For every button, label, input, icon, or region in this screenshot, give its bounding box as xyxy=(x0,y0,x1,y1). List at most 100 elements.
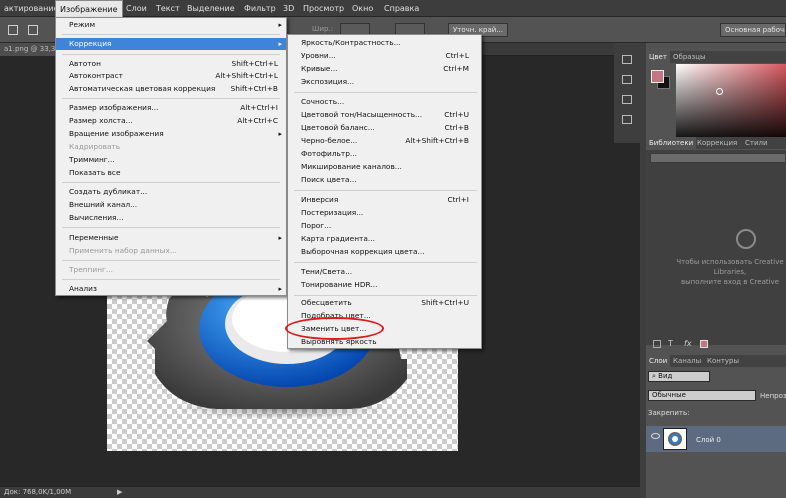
menu-item-shortcut: Ctrl+L xyxy=(445,51,469,60)
layer-filter-value: Вид xyxy=(658,372,673,380)
menu-item-label: Вращение изображения xyxy=(69,129,164,138)
menu-item-shadows-highlights[interactable]: Тени/Света... xyxy=(288,266,481,278)
layer-filter-select[interactable]: ⌕ Вид xyxy=(648,371,710,382)
menu-item-invert[interactable]: Инверсия Ctrl+I xyxy=(288,194,481,206)
tab-channels[interactable]: Каналы xyxy=(670,355,704,367)
menu-item-shortcut: Shift+Ctrl+B xyxy=(230,84,278,93)
menu-help[interactable]: Справка xyxy=(380,0,423,17)
selection-add-icon[interactable] xyxy=(28,25,38,35)
menu-item-brightness-contrast[interactable]: Яркость/Контрастность... xyxy=(288,37,481,49)
text-icon[interactable]: T xyxy=(668,339,673,348)
creative-cloud-icon xyxy=(736,229,756,249)
menu-item-levels[interactable]: Уровни... Ctrl+L xyxy=(288,50,481,62)
menu-item-image-rotation[interactable]: Вращение изображения ▸ xyxy=(56,128,286,140)
menu-item-trim[interactable]: Тримминг... xyxy=(56,154,286,166)
properties-icon[interactable] xyxy=(622,75,632,84)
menu-item-trap[interactable]: Треппинг... xyxy=(56,264,286,276)
menu-item-mode[interactable]: Режим ▸ xyxy=(56,19,286,31)
color-chip-icon[interactable] xyxy=(700,340,708,348)
tab-styles[interactable]: Стили xyxy=(742,137,771,149)
menu-filter[interactable]: Фильтр xyxy=(240,0,280,17)
menu-item-label: Обесцветить xyxy=(301,298,352,307)
blend-mode-select[interactable]: Обычные xyxy=(648,390,756,401)
menu-item-duplicate[interactable]: Создать дубликат... xyxy=(56,186,286,198)
menu-item-label: Яркость/Контрастность... xyxy=(301,38,401,47)
annotation-circle xyxy=(285,317,384,340)
menu-item-variables[interactable]: Переменные ▸ xyxy=(56,232,286,244)
menu-item-threshold[interactable]: Порог... xyxy=(288,220,481,232)
opacity-label: Непрозр xyxy=(760,392,786,400)
menu-item-hdr-toning[interactable]: Тонирование HDR... xyxy=(288,279,481,291)
foreground-color-swatch[interactable] xyxy=(651,70,664,83)
menu-item-apply-image[interactable]: Внешний канал... xyxy=(56,199,286,211)
menu-item-label: Режим xyxy=(69,20,96,29)
menu-3d[interactable]: 3D xyxy=(279,0,298,17)
menu-edit[interactable]: актирование xyxy=(0,0,63,17)
status-arrow-icon[interactable]: ▶ xyxy=(117,487,122,498)
menu-item-image-size[interactable]: Размер изображения... Alt+Ctrl+I xyxy=(56,102,286,114)
tab-paths[interactable]: Контуры xyxy=(704,355,742,367)
menu-item-color-lookup[interactable]: Поиск цвета... xyxy=(288,174,481,186)
menu-item-crop[interactable]: Кадрировать xyxy=(56,141,286,153)
brush-icon[interactable] xyxy=(622,95,632,104)
menu-item-adjustments[interactable]: Коррекция ▸ xyxy=(56,38,286,50)
menu-item-apply-data-set[interactable]: Применить набор данных... xyxy=(56,245,286,257)
menu-item-curves[interactable]: Кривые... Ctrl+M xyxy=(288,63,481,75)
menu-item-auto-tone[interactable]: Автотон Shift+Ctrl+L xyxy=(56,58,286,70)
menu-item-label: Поиск цвета... xyxy=(301,175,357,184)
layer-thumbnail[interactable] xyxy=(663,428,687,450)
menu-item-gradient-map[interactable]: Карта градиента... xyxy=(288,233,481,245)
menu-item-vibrance[interactable]: Сочность... xyxy=(288,96,481,108)
menu-item-shortcut: Alt+Shift+Ctrl+L xyxy=(215,71,278,80)
panel-icon-column xyxy=(614,43,640,143)
menu-type[interactable]: Текст xyxy=(152,0,184,17)
menu-view[interactable]: Просмотр xyxy=(299,0,348,17)
menu-item-channel-mixer[interactable]: Микширование каналов... xyxy=(288,161,481,173)
menu-layers[interactable]: Слои xyxy=(122,0,151,17)
tab-adjustments[interactable]: Коррекция xyxy=(694,137,740,149)
menu-item-shortcut: Alt+Ctrl+C xyxy=(237,116,278,125)
menu-item-shortcut: Alt+Ctrl+I xyxy=(240,103,278,112)
tab-swatches[interactable]: Образцы xyxy=(670,51,709,63)
workspace-button[interactable]: Основная рабочая xyxy=(720,23,786,37)
menu-item-black-white[interactable]: Черно-белое... Alt+Shift+Ctrl+B xyxy=(288,135,481,147)
tab-libraries[interactable]: Библиотеки xyxy=(646,137,697,149)
lock-label: Закрепить: xyxy=(648,409,690,417)
menu-item-desaturate[interactable]: Обесцветить Shift+Ctrl+U xyxy=(288,297,481,309)
tab-layers[interactable]: Слои xyxy=(646,355,671,367)
library-add-icon[interactable] xyxy=(653,340,661,348)
tab-color[interactable]: Цвет xyxy=(646,51,670,63)
menu-item-label: Порог... xyxy=(301,221,332,230)
menu-item-auto-contrast[interactable]: Автоконтраст Alt+Shift+Ctrl+L xyxy=(56,70,286,82)
menu-item-color-balance[interactable]: Цветовой баланс... Ctrl+B xyxy=(288,122,481,134)
selection-mode-icon[interactable] xyxy=(8,25,18,35)
fx-icon[interactable]: fx xyxy=(684,339,692,348)
color-spectrum[interactable] xyxy=(676,64,786,144)
menu-item-photo-filter[interactable]: Фотофильтр... xyxy=(288,148,481,160)
document-size: Док: 768,0K/1,00M xyxy=(4,488,72,496)
visibility-eye-icon[interactable] xyxy=(651,433,660,439)
menu-item-label: Цветовой тон/Насыщенность... xyxy=(301,110,423,119)
menu-image[interactable]: Изображение xyxy=(55,0,123,17)
color-picker-handle[interactable] xyxy=(716,88,723,95)
menu-item-hue-saturation[interactable]: Цветовой тон/Насыщенность... Ctrl+U xyxy=(288,109,481,121)
library-select[interactable] xyxy=(650,153,786,163)
menu-item-label: Применить набор данных... xyxy=(69,246,177,255)
menu-select[interactable]: Выделение xyxy=(183,0,239,17)
menu-window[interactable]: Окно xyxy=(348,0,377,17)
menu-item-auto-color[interactable]: Автоматическая цветовая коррекция Shift+C… xyxy=(56,83,286,95)
menu-item-posterize[interactable]: Постеризация... xyxy=(288,207,481,219)
menu-item-exposure[interactable]: Экспозиция... xyxy=(288,76,481,88)
menu-item-canvas-size[interactable]: Размер холста... Alt+Ctrl+C xyxy=(56,115,286,127)
menu-item-label: Коррекция xyxy=(69,39,112,48)
submenu-arrow-icon: ▸ xyxy=(278,40,282,48)
menu-item-analysis[interactable]: Анализ ▸ xyxy=(56,283,286,295)
menu-item-reveal-all[interactable]: Показать все xyxy=(56,167,286,179)
menu-item-calculations[interactable]: Вычисления... xyxy=(56,212,286,224)
menu-item-selective-color[interactable]: Выборочная коррекция цвета... xyxy=(288,246,481,258)
history-icon[interactable] xyxy=(622,55,632,64)
clone-source-icon[interactable] xyxy=(622,115,632,124)
menu-item-shortcut: Ctrl+B xyxy=(444,123,469,132)
menu-separator xyxy=(62,279,280,280)
submenu-arrow-icon: ▸ xyxy=(278,234,282,242)
